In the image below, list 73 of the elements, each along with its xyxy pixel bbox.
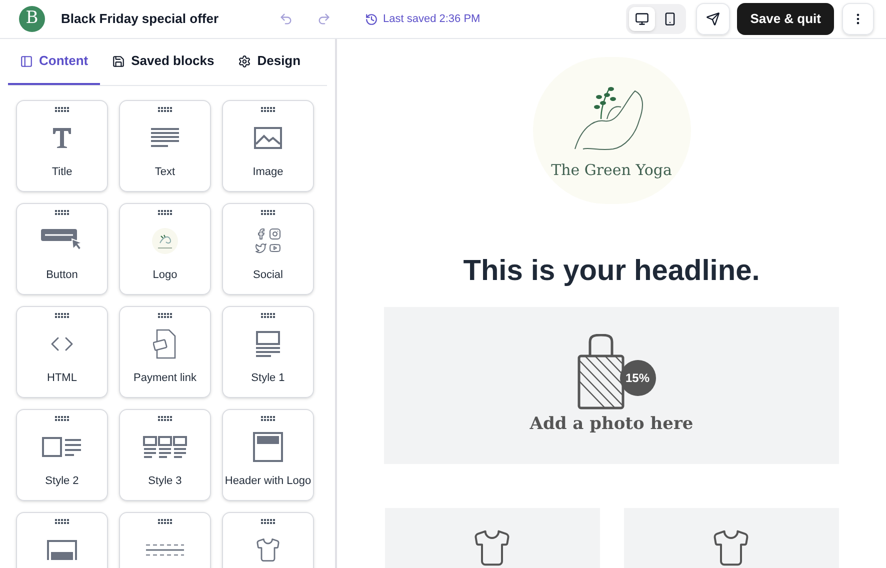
- logo-text: The Green Yoga: [551, 160, 672, 182]
- email-headline: This is your headline.: [463, 254, 760, 289]
- app-logo[interactable]: B: [19, 6, 45, 32]
- header-layout-icon: [253, 432, 283, 462]
- divider-icon: [145, 543, 185, 557]
- settings-icon: [238, 54, 252, 68]
- layout-icon: [42, 437, 82, 457]
- history-icon: [365, 12, 378, 26]
- layout-icon: [255, 331, 281, 357]
- drag-handle-icon[interactable]: [55, 519, 69, 524]
- document-card-icon: [153, 329, 177, 359]
- content-block-tile[interactable]: Text: [119, 100, 211, 192]
- drag-handle-icon[interactable]: [158, 519, 172, 524]
- block-label: Style 1: [251, 371, 285, 386]
- panel-tab[interactable]: Content: [8, 39, 100, 85]
- drag-handle-icon[interactable]: [55, 416, 69, 421]
- desktop-view-button[interactable]: [629, 7, 656, 31]
- content-block-tile[interactable]: Button: [16, 203, 108, 295]
- block-label: Title: [52, 165, 72, 180]
- drag-handle-icon[interactable]: [55, 210, 69, 215]
- block-label: Style 2: [45, 474, 79, 489]
- drag-handle-icon[interactable]: [261, 416, 275, 421]
- drag-handle-icon[interactable]: [158, 313, 172, 318]
- block-label: Button: [46, 268, 78, 283]
- drag-handle-icon[interactable]: [158, 107, 172, 112]
- content-block-tile[interactable]: Style 3: [119, 409, 211, 501]
- shirt-icon: [472, 528, 512, 568]
- social-icons: [255, 228, 281, 254]
- photo-caption: Add a photo here: [530, 412, 694, 436]
- block-label: Payment link: [134, 371, 196, 386]
- save-status: Last saved 2:36 PM: [383, 12, 480, 27]
- block-label: HTML: [47, 371, 77, 386]
- content-block-tile[interactable]: Style 1: [222, 306, 314, 398]
- block-label: Text: [154, 165, 176, 180]
- drag-handle-icon[interactable]: [261, 210, 275, 215]
- save-quit-button[interactable]: Save & quit: [737, 3, 834, 35]
- block-label: Image: [252, 165, 284, 180]
- drag-handle-icon[interactable]: [55, 107, 69, 112]
- logo-thumbnail-icon: [151, 227, 179, 255]
- shirt-icon: [711, 528, 751, 568]
- send-icon: [706, 12, 720, 26]
- content-block-tile[interactable]: Header with Logo: [222, 409, 314, 501]
- image-icon: [254, 127, 282, 149]
- shirt-icon: [255, 537, 281, 563]
- save-icon: [112, 54, 126, 68]
- block-label: Logo: [152, 268, 178, 283]
- content-block-tile[interactable]: Title: [16, 100, 108, 192]
- phone-icon: [663, 12, 678, 26]
- block-label: Header with Logo: [224, 474, 312, 489]
- drag-handle-icon[interactable]: [261, 107, 275, 112]
- panel-tab[interactable]: Saved blocks: [100, 39, 226, 85]
- document-title: Black Friday special offer: [61, 10, 220, 28]
- content-block-tile[interactable]: Payment link: [119, 306, 211, 398]
- panel-icon: [20, 54, 33, 68]
- drag-handle-icon[interactable]: [158, 416, 172, 421]
- drag-handle-icon[interactable]: [55, 313, 69, 318]
- content-block-tile[interactable]: Social: [222, 203, 314, 295]
- layout-icon: [143, 436, 187, 458]
- content-block-tile[interactable]: Logo: [119, 203, 211, 295]
- drag-handle-icon[interactable]: [261, 519, 275, 524]
- drag-handle-icon[interactable]: [158, 210, 172, 215]
- text-lines-icon: [150, 128, 180, 148]
- content-block-tile[interactable]: HTML: [16, 306, 108, 398]
- drag-handle-icon[interactable]: [261, 313, 275, 318]
- panel-tab[interactable]: Design: [226, 39, 313, 85]
- content-block-tile[interactable]: Image: [222, 100, 314, 192]
- block-label: Style 3: [148, 474, 182, 489]
- block-label: Social: [253, 268, 283, 283]
- send-test-button[interactable]: [696, 3, 730, 35]
- monitor-icon: [635, 12, 650, 26]
- content-block-tile[interactable]: Style 2: [16, 409, 108, 501]
- footer-layout-icon: [47, 540, 77, 560]
- discount-badge: 15%: [620, 360, 656, 396]
